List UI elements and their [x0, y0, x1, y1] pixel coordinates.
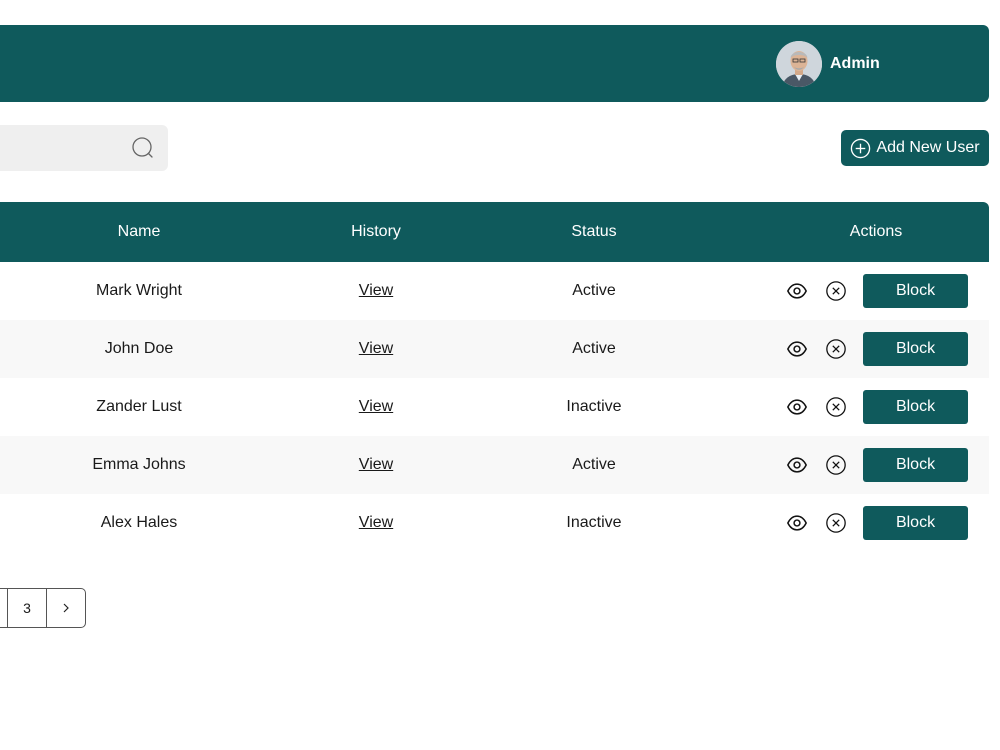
table-row: Alex Hales View Inactive Block	[0, 494, 989, 552]
block-button[interactable]: Block	[863, 332, 968, 366]
search-icon[interactable]	[131, 136, 155, 165]
column-header-name: Name	[117, 223, 161, 240]
chevron-right-icon	[60, 602, 72, 614]
close-circle-icon[interactable]	[825, 338, 847, 360]
status-cell: Inactive	[566, 514, 622, 531]
eye-icon[interactable]	[786, 454, 808, 476]
status-cell: Active	[572, 340, 616, 357]
user-name-cell: Mark Wright	[96, 282, 182, 299]
eye-icon[interactable]	[786, 512, 808, 534]
add-user-button[interactable]: Add New User	[841, 130, 989, 166]
table-row: Zander Lust View Inactive Block	[0, 378, 989, 436]
history-view-link[interactable]: View	[359, 282, 393, 300]
history-view-link[interactable]: View	[359, 456, 393, 474]
search-input[interactable]	[0, 125, 168, 171]
plus-circle-icon	[850, 138, 871, 159]
close-circle-icon[interactable]	[825, 512, 847, 534]
user-name-cell: Zander Lust	[96, 398, 182, 415]
table-row: John Doe View Active Block	[0, 320, 989, 378]
status-cell: Active	[572, 282, 616, 299]
history-view-link[interactable]: View	[359, 514, 393, 532]
user-name-cell: Alex Hales	[100, 514, 178, 531]
eye-icon[interactable]	[786, 280, 808, 302]
avatar	[776, 41, 822, 87]
block-button[interactable]: Block	[863, 274, 968, 308]
user-menu[interactable]: Admin	[776, 41, 880, 87]
status-cell: Active	[572, 456, 616, 473]
column-header-history: History	[351, 223, 401, 240]
table-header: Name History Status Actions	[0, 202, 989, 262]
status-cell: Inactive	[566, 398, 622, 415]
pagination-page-current[interactable]: 3	[7, 588, 47, 628]
user-name-cell: John Doe	[104, 340, 174, 357]
table-row: Mark Wright View Active Block	[0, 262, 989, 320]
pagination-next-button[interactable]	[46, 588, 86, 628]
close-circle-icon[interactable]	[825, 454, 847, 476]
history-view-link[interactable]: View	[359, 340, 393, 358]
column-header-actions: Actions	[849, 223, 903, 240]
eye-icon[interactable]	[786, 338, 808, 360]
close-circle-icon[interactable]	[825, 396, 847, 418]
table-body: Mark Wright View Active Block John Doe V…	[0, 262, 989, 552]
block-button[interactable]: Block	[863, 448, 968, 482]
table-row: Emma Johns View Active Block	[0, 436, 989, 494]
column-header-status: Status	[571, 223, 617, 240]
user-name-cell: Emma Johns	[92, 456, 186, 473]
pagination: 3	[0, 588, 86, 628]
top-header: Admin	[0, 25, 989, 102]
history-view-link[interactable]: View	[359, 398, 393, 416]
block-button[interactable]: Block	[863, 390, 968, 424]
eye-icon[interactable]	[786, 396, 808, 418]
block-button[interactable]: Block	[863, 506, 968, 540]
close-circle-icon[interactable]	[825, 280, 847, 302]
add-user-label: Add New User	[876, 139, 980, 156]
user-name: Admin	[830, 55, 880, 72]
